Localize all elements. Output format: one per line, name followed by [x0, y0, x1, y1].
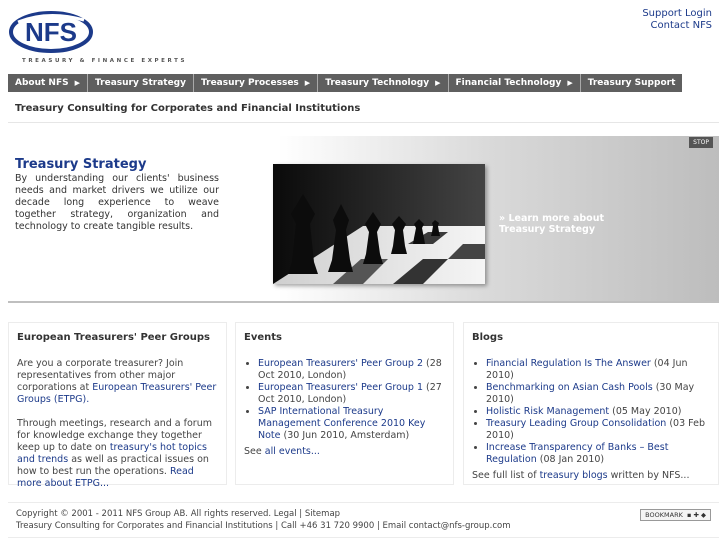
divider — [8, 122, 719, 123]
nav-item-treasury-technology[interactable]: Treasury Technology ▶ — [318, 74, 449, 92]
peer-groups-paragraph-2: Through meetings, research and a forum f… — [17, 418, 218, 490]
blog-link[interactable]: Holistic Risk Management — [486, 406, 609, 417]
main-nav: About NFS ▶ Treasury Strategy Treasury Pr… — [8, 74, 683, 92]
nav-label: Treasury Support — [587, 78, 676, 88]
text: written by NFS... — [607, 470, 690, 481]
nav-label: Financial Technology — [455, 78, 562, 88]
logo-tagline: TREASURY & FINANCE EXPERTS — [22, 58, 188, 64]
bookmark-button[interactable]: BOOKMARK ▪ ✚ ◆ — [640, 509, 711, 521]
chessboard-illustration — [273, 164, 485, 284]
nav-item-financial-technology[interactable]: Financial Technology ▶ — [449, 74, 581, 92]
caret-right-icon: ▶ — [435, 79, 441, 87]
blog-meta: (05 May 2010) — [609, 406, 682, 417]
list-item: Increase Transparency of Banks – Best Re… — [486, 442, 710, 466]
hero-text: By understanding our clients' business n… — [15, 173, 219, 232]
copyright-line: Copyright © 2001 - 2011 NFS Group AB. Al… — [16, 509, 341, 519]
events-list: European Treasurers' Peer Group 2 (28 Oc… — [258, 358, 445, 442]
learn-more-line2: Treasury Strategy — [499, 224, 596, 235]
slideshow-stop-button[interactable]: STOP — [689, 137, 713, 148]
see-all-events: See all events... — [244, 446, 445, 458]
hero-banner: STOP Treasury Strategy By understanding … — [8, 136, 719, 303]
nav-item-treasury-strategy[interactable]: Treasury Strategy — [88, 74, 194, 92]
footer: Copyright © 2001 - 2011 NFS Group AB. Al… — [8, 502, 719, 538]
peer-groups-panel: European Treasurers' Peer Groups Are you… — [8, 322, 227, 489]
nav-item-about-nfs[interactable]: About NFS ▶ — [8, 74, 88, 92]
blog-link[interactable]: Treasury Leading Group Consolidation — [486, 418, 666, 429]
peer-groups-title: European Treasurers' Peer Groups — [17, 332, 210, 343]
nav-label: About NFS — [15, 78, 69, 88]
nav-label: Treasury Technology — [325, 78, 430, 88]
header: NFS TREASURY & FINANCE EXPERTS Support L… — [0, 0, 727, 74]
nav-item-treasury-processes[interactable]: Treasury Processes ▶ — [194, 74, 319, 92]
list-item: Treasury Leading Group Consolidation (03… — [486, 418, 710, 442]
events-title: Events — [244, 332, 282, 343]
list-item: SAP International Treasury Management Co… — [258, 406, 445, 442]
caret-right-icon: ▶ — [74, 79, 80, 87]
nav-label: Treasury Processes — [200, 78, 299, 88]
events-panel: Events European Treasurers' Peer Group 2… — [235, 322, 454, 485]
contact-nfs-link[interactable]: Contact NFS — [642, 20, 713, 32]
blogs-panel: Blogs Financial Regulation Is The Answer… — [463, 322, 719, 485]
contact-line: Treasury Consulting for Corporates and F… — [16, 521, 511, 531]
page-tagline: Treasury Consulting for Corporates and F… — [15, 103, 361, 114]
learn-more-link[interactable]: » Learn more about Treasury Strategy — [499, 213, 604, 235]
learn-more-line1: » Learn more about — [499, 213, 605, 224]
text: See full list of — [472, 470, 540, 481]
blogs-title: Blogs — [472, 332, 504, 343]
list-item: European Treasurers' Peer Group 1 (27 Oc… — [258, 382, 445, 406]
list-item: European Treasurers' Peer Group 2 (28 Oc… — [258, 358, 445, 382]
event-meta: (30 Jun 2010, Amsterdam) — [280, 430, 410, 441]
caret-right-icon: ▶ — [304, 79, 311, 87]
event-link[interactable]: European Treasurers' Peer Group 1 — [258, 382, 423, 393]
all-events-link[interactable]: all events... — [265, 446, 320, 457]
logo-text: NFS — [25, 17, 77, 47]
caret-right-icon: ▶ — [567, 79, 573, 87]
share-icons: ▪ ✚ ◆ — [684, 511, 706, 519]
event-link[interactable]: European Treasurers' Peer Group 2 — [258, 358, 423, 369]
blog-link[interactable]: Financial Regulation Is The Answer — [486, 358, 651, 369]
blog-link[interactable]: Benchmarking on Asian Cash Pools — [486, 382, 653, 393]
peer-groups-paragraph-1: Are you a corporate treasurer? Join repr… — [17, 358, 218, 406]
nav-item-treasury-support[interactable]: Treasury Support — [581, 74, 683, 92]
bookmark-label: BOOKMARK — [645, 511, 683, 519]
support-login-link[interactable]: Support Login — [642, 8, 712, 20]
chess-image — [273, 164, 485, 284]
list-item: Financial Regulation Is The Answer (04 J… — [486, 358, 710, 382]
list-item: Benchmarking on Asian Cash Pools (30 May… — [486, 382, 710, 406]
see-all-blogs: See full list of treasury blogs written … — [472, 470, 710, 482]
list-item: Holistic Risk Management (05 May 2010) — [486, 406, 710, 418]
treasury-blogs-link[interactable]: treasury blogs — [540, 470, 608, 481]
blogs-list: Financial Regulation Is The Answer (04 J… — [486, 358, 710, 466]
hero-title: Treasury Strategy — [15, 157, 147, 172]
text: See — [244, 446, 265, 457]
nav-label: Treasury Strategy — [95, 78, 186, 88]
blog-meta: (08 Jan 2010) — [536, 454, 605, 465]
top-links: Support Login Contact NFS — [642, 8, 712, 32]
